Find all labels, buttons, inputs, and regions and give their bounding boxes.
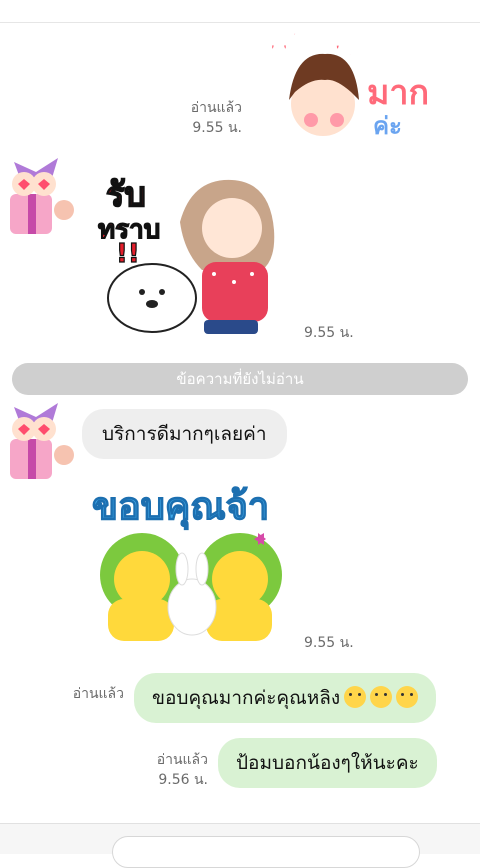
message-time: 9.55 น. [304,325,354,341]
message-6-meta: อ่านแล้ว 9.56 น. [120,750,208,790]
message-text: บริการดีมากๆเลยค่า [102,423,267,445]
read-status: อ่านแล้ว [156,752,208,768]
message-1-meta: อ่านแล้ว 9.55 น. [150,98,242,138]
message-input[interactable] [112,836,420,868]
grin-emoji-icon [396,685,419,708]
grin-emoji-icon [344,685,367,708]
outgoing-message-bubble[interactable]: ป้อมบอกน้องๆให้นะคะ [218,738,437,788]
message-5-meta: อ่านแล้ว [50,684,124,704]
sticker-girl-image: พระคุณ มาก ค่ะ [264,14,429,140]
avatar[interactable] [0,150,78,242]
message-time: 9.55 น. [192,120,242,136]
read-status: อ่านแล้ว [190,100,242,116]
avatar[interactable] [0,395,78,487]
sticker-salute[interactable]: รับ ทราบ !! [92,170,287,340]
sticker-text: !! [116,239,140,269]
sticker-text: รับ [106,175,146,215]
unread-divider: ข้อความที่ยังไม่อ่าน [12,363,468,395]
grin-emoji-icon [370,685,393,708]
message-time: 9.55 น. [304,635,354,651]
sticker-lions-image: ขอบคุณจ้า [91,483,282,641]
sticker-text: ค่ะ [373,112,402,140]
sticker-text: พระคุณ [265,22,392,61]
outgoing-message-bubble[interactable]: ขอบคุณมากค่ะคุณหลิง [134,673,437,723]
message-text: ป้อมบอกน้องๆให้นะคะ [236,752,419,774]
gift-avatar-icon [10,158,74,234]
sticker-salute-image: รับ ทราบ !! [97,174,275,334]
sticker-text: มาก [367,73,429,113]
gift-avatar-icon [10,403,74,479]
top-status-bar [0,0,480,23]
sticker-thank-you-lions[interactable]: ขอบคุณจ้า [88,475,293,645]
message-text: ขอบคุณมากค่ะคุณหลิง [152,687,341,709]
incoming-message-bubble[interactable]: บริการดีมากๆเลยค่า [82,409,287,459]
sticker-thank-you[interactable]: พระคุณ มาก ค่ะ [255,14,470,140]
read-status: อ่านแล้ว [72,686,124,702]
sticker-text: ขอบคุณจ้า [92,484,269,530]
message-time: 9.56 น. [158,772,208,788]
